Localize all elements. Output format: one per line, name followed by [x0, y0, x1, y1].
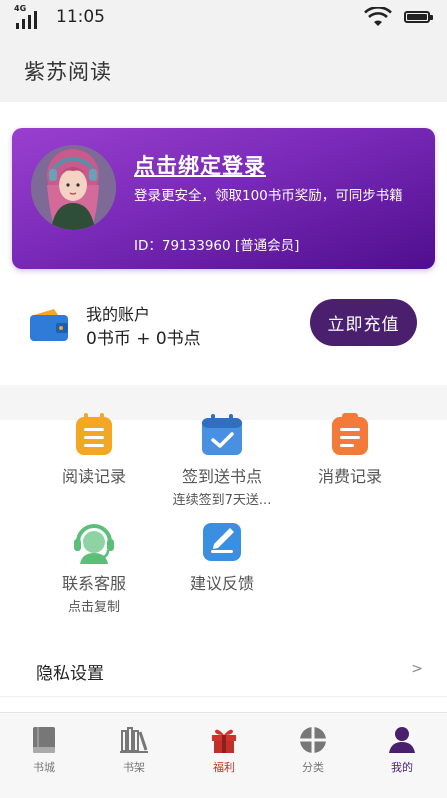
- tab-bookstore[interactable]: 书城: [4, 725, 84, 775]
- tab-categories[interactable]: 分类: [273, 725, 353, 775]
- profile-card[interactable]: 点击绑定登录 登录更安全，领取100书币奖励，可同步书籍 ID：79133960…: [12, 128, 435, 269]
- feedback-item[interactable]: 建议反馈: [152, 520, 292, 594]
- tab-bookstore-label: 书城: [33, 761, 55, 774]
- account-row: 我的账户 0书币 + 0书点 立即充值: [0, 287, 447, 367]
- app-title: 紫苏阅读: [24, 60, 112, 84]
- status-time: 11:05: [56, 7, 105, 27]
- customer-service-item[interactable]: 联系客服 点击复制: [24, 520, 164, 615]
- clipboard-list-icon: [76, 413, 112, 455]
- reading-history-label: 阅读记录: [61, 467, 126, 486]
- bookshelf-icon: [120, 727, 148, 753]
- feedback-label: 建议反馈: [189, 574, 254, 593]
- app-bar: 紫苏阅读: [0, 36, 447, 102]
- feature-grid: 阅读记录 签到送书点 连续签到7天送... 消费记录 联系客服 点击复制 建议反…: [0, 413, 447, 628]
- wifi-icon: [364, 7, 392, 26]
- reading-history-item[interactable]: 阅读记录: [24, 413, 164, 487]
- category-icon: [300, 727, 326, 753]
- avatar[interactable]: [31, 145, 116, 230]
- signal-icon: [16, 11, 37, 29]
- status-bar: 4G 11:05: [0, 0, 447, 36]
- bind-login-link[interactable]: 点击绑定登录: [134, 150, 266, 180]
- clipboard-list-icon: [332, 413, 368, 455]
- privacy-settings-label: 隐私设置: [36, 664, 104, 684]
- login-benefit-text: 登录更安全，领取100书币奖励，可同步书籍: [134, 188, 403, 204]
- tab-mine[interactable]: 我的: [362, 725, 442, 775]
- edit-note-icon: [203, 523, 241, 561]
- calendar-check-icon: [202, 414, 242, 455]
- customer-service-label: 联系客服: [61, 574, 126, 593]
- tab-welfare-label: 福利: [213, 761, 235, 774]
- gift-icon: [212, 729, 236, 753]
- profile-page: 点击绑定登录 登录更安全，领取100书币奖励，可同步书籍 ID：79133960…: [0, 102, 447, 712]
- check-in-label: 签到送书点: [181, 467, 262, 486]
- recharge-button[interactable]: 立即充值: [310, 299, 417, 346]
- purchase-history-item[interactable]: 消费记录: [280, 413, 420, 487]
- tab-bookshelf[interactable]: 书架: [94, 725, 174, 775]
- check-in-item[interactable]: 签到送书点 连续签到7天送...: [152, 413, 292, 508]
- wallet-icon: [30, 309, 68, 341]
- user-id: ID：79133960 [普通会员]: [134, 238, 300, 254]
- user-icon: [389, 727, 415, 753]
- tab-categories-label: 分类: [302, 761, 324, 774]
- purchase-history-label: 消费记录: [317, 467, 382, 486]
- tab-bookshelf-label: 书架: [123, 761, 145, 774]
- customer-service-headset-icon: [74, 524, 114, 564]
- customer-service-subtext: 点击复制: [67, 600, 120, 615]
- tab-welfare[interactable]: 福利: [184, 725, 264, 775]
- account-label: 我的账户: [86, 305, 151, 324]
- battery-icon: [404, 11, 433, 23]
- bottom-tab-bar: 书城 书架 福利 分类 我的: [0, 712, 447, 798]
- account-balance: 0书币 + 0书点: [86, 329, 201, 349]
- chevron-right-icon: >: [411, 661, 423, 677]
- avatar-illustration: [31, 145, 116, 230]
- check-in-subtext: 连续签到7天送...: [172, 493, 272, 508]
- book-icon: [33, 727, 55, 753]
- tab-mine-label: 我的: [391, 761, 413, 774]
- privacy-settings-row[interactable]: 隐私设置 >: [0, 636, 447, 697]
